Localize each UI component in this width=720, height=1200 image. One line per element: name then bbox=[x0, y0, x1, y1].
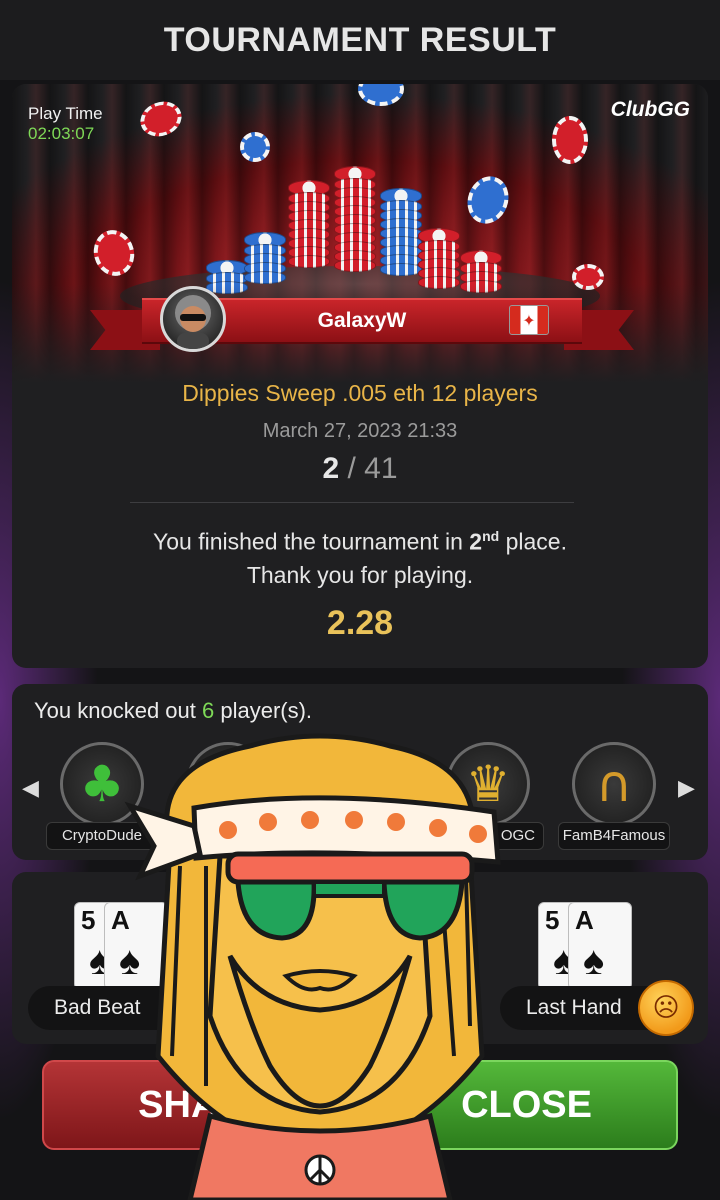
chip-stack bbox=[380, 188, 422, 276]
prize-amount: 2.28 bbox=[326, 604, 394, 642]
rank-place: 2 bbox=[322, 452, 340, 485]
message-place: 2 bbox=[469, 528, 483, 555]
last-hand-cards[interactable]: 5 ♠ A ♠ bbox=[538, 902, 648, 992]
spade-icon: ♠ bbox=[583, 939, 605, 983]
finish-rank: 2 / 41 bbox=[12, 452, 708, 486]
divider bbox=[130, 502, 574, 503]
knockouts-title-suffix: player(s). bbox=[214, 698, 313, 723]
message-prefix: You finished the tournament in bbox=[153, 528, 470, 555]
rank-total: 41 bbox=[364, 452, 398, 485]
page-title: TOURNAMENT RESULT bbox=[163, 20, 557, 59]
chip-stack bbox=[334, 166, 376, 272]
knockouts-count: 6 bbox=[202, 698, 215, 723]
avatar-icon bbox=[175, 295, 211, 349]
message-thanks: Thank you for playing. bbox=[246, 561, 474, 588]
play-time-value: 02:03:07 bbox=[28, 124, 95, 143]
clubgg-logo: ClubGG bbox=[610, 98, 690, 121]
message-place-suffix: nd bbox=[482, 528, 500, 544]
scroll-left-arrow-icon[interactable]: ◀ bbox=[22, 776, 39, 801]
chip-stack bbox=[288, 180, 330, 268]
canada-flag-icon: ✦ bbox=[509, 305, 549, 335]
card-rank: A bbox=[575, 905, 594, 935]
rank-separator: / bbox=[347, 452, 356, 485]
playing-card: A ♠ bbox=[568, 902, 632, 990]
message-suffix: place. bbox=[499, 528, 567, 555]
worried-emoji-icon: ☹ bbox=[638, 980, 694, 1036]
chip-stack bbox=[418, 228, 460, 289]
chip-stack bbox=[244, 232, 286, 284]
knockouts-title-prefix: You knocked out bbox=[34, 698, 202, 723]
knockouts-title: You knocked out 6 player(s). bbox=[34, 698, 312, 724]
scroll-right-arrow-icon[interactable]: ▶ bbox=[678, 776, 695, 801]
knocked-player-name: FamB4Famous bbox=[558, 822, 670, 850]
tournament-date: March 27, 2023 21:33 bbox=[262, 420, 458, 442]
card-rank: 5 bbox=[81, 905, 96, 935]
knocked-player[interactable]: ∩ FamB4Famous bbox=[558, 742, 670, 852]
finish-message: You finished the tournament in 2nd place… bbox=[12, 520, 708, 592]
title-bar: TOURNAMENT RESULT bbox=[0, 0, 720, 80]
tournament-name: Dippies Sweep .005 eth 12 players bbox=[182, 380, 538, 406]
play-time-label: Play Time bbox=[28, 104, 103, 123]
result-card: Play Time 02:03:07 ClubGG GalaxyW ✦ Dipp… bbox=[12, 84, 708, 668]
player-avatar[interactable] bbox=[160, 286, 226, 352]
flying-chip-icon bbox=[240, 132, 270, 162]
hippie-character-overlay bbox=[124, 733, 501, 1200]
card-rank: 5 bbox=[545, 905, 560, 935]
horseshoe-icon: ∩ bbox=[572, 742, 656, 826]
flying-chip-icon bbox=[552, 116, 588, 164]
